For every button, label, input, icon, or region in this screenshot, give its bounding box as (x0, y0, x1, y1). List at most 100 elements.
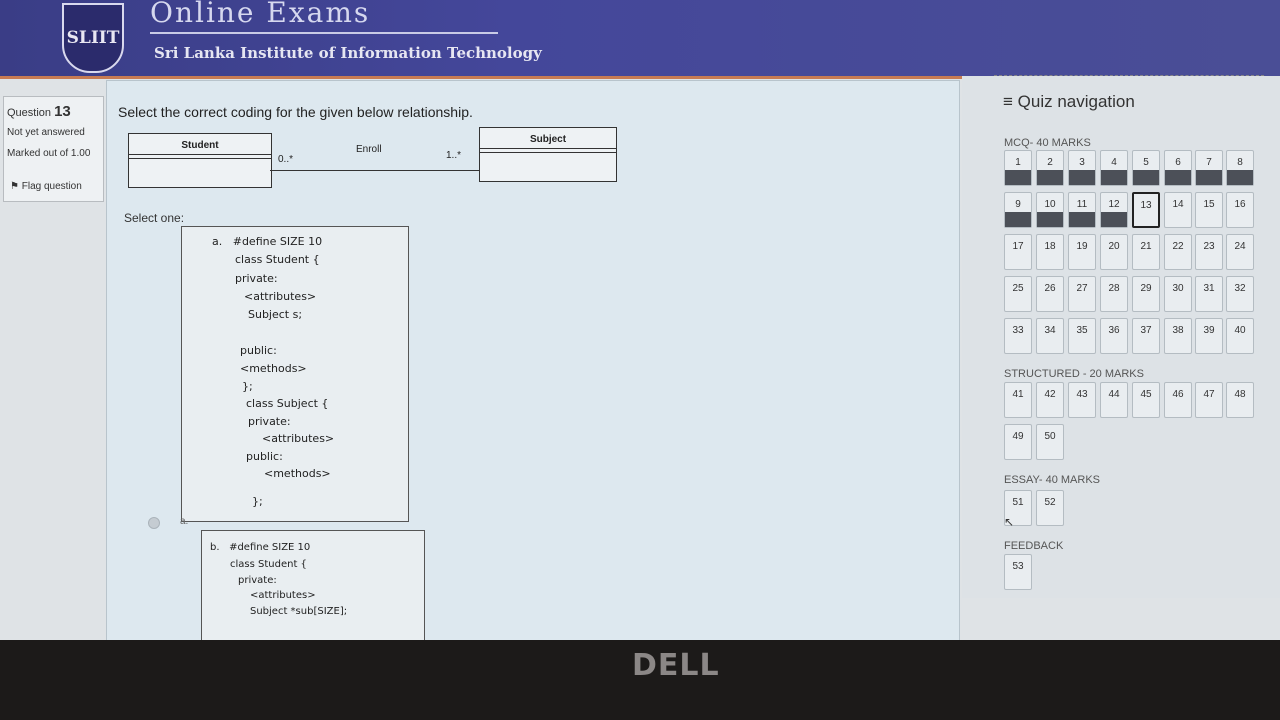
code-line: a. #define SIZE 10 (212, 235, 323, 248)
quiz-nav-button-42[interactable]: 42 (1036, 382, 1064, 418)
quiz-nav-button-11[interactable]: 11 (1068, 192, 1096, 228)
quiz-nav-button-number: 42 (1044, 389, 1056, 400)
menu-icon: ≡ (1003, 92, 1013, 111)
answered-indicator (1005, 170, 1031, 185)
quiz-nav-button-53[interactable]: 53 (1004, 554, 1032, 590)
uml-association-line (270, 170, 480, 171)
quiz-nav-button-46[interactable]: 46 (1164, 382, 1192, 418)
quiz-nav-button-24[interactable]: 24 (1226, 234, 1254, 270)
site-subtitle: Sri Lanka Institute of Information Techn… (154, 44, 542, 62)
quiz-nav-button-number: 8 (1237, 157, 1243, 168)
quiz-nav-button-2[interactable]: 2 (1036, 150, 1064, 186)
quiz-nav-button-40[interactable]: 40 (1226, 318, 1254, 354)
quiz-nav-button-6[interactable]: 6 (1164, 150, 1192, 186)
quiz-nav-button-19[interactable]: 19 (1068, 234, 1096, 270)
quiz-nav-button-52[interactable]: 52 (1036, 490, 1064, 526)
quiz-nav-button-7[interactable]: 7 (1195, 150, 1223, 186)
quiz-nav-button-13[interactable]: 13 (1132, 192, 1160, 228)
quiz-nav-button-12[interactable]: 12 (1100, 192, 1128, 228)
marked-out-of: Marked out of 1.00 (7, 148, 91, 159)
option-a-letter: a. (180, 516, 189, 527)
quiz-nav-button-number: 11 (1076, 199, 1088, 210)
uml-class-student: Student (128, 133, 272, 188)
quiz-nav-button-49[interactable]: 49 (1004, 424, 1032, 460)
quiz-nav-button-number: 18 (1044, 241, 1056, 252)
mouse-cursor-icon: ↖ (1004, 515, 1015, 529)
quiz-nav-button-number: 17 (1012, 241, 1024, 252)
quiz-nav-button-36[interactable]: 36 (1100, 318, 1128, 354)
quiz-nav-button-number: 7 (1206, 157, 1212, 168)
quiz-nav-button-47[interactable]: 47 (1195, 382, 1223, 418)
option-a-radio[interactable] (148, 517, 160, 529)
uml-class-subject: Subject (479, 127, 617, 182)
quiz-nav-button-37[interactable]: 37 (1132, 318, 1160, 354)
quiz-nav-button-number: 25 (1012, 283, 1024, 294)
quiz-nav-button-number: 50 (1044, 431, 1056, 442)
answered-indicator (1005, 212, 1031, 227)
quiz-nav-button-number: 13 (1140, 200, 1152, 211)
quiz-nav-button-34[interactable]: 34 (1036, 318, 1064, 354)
quiz-nav-button-number: 45 (1140, 389, 1152, 400)
quiz-nav-button-1[interactable]: 1 (1004, 150, 1032, 186)
uml-class-student-name: Student (181, 140, 219, 151)
quiz-nav-button-32[interactable]: 32 (1226, 276, 1254, 312)
quiz-nav-button-number: 36 (1108, 325, 1120, 336)
question-number: Question 13 (7, 103, 71, 120)
quiz-nav-button-17[interactable]: 17 (1004, 234, 1032, 270)
quiz-nav-button-16[interactable]: 16 (1226, 192, 1254, 228)
uml-right-multiplicity: 1..* (446, 150, 462, 161)
quiz-nav-button-number: 32 (1234, 283, 1246, 294)
quiz-nav-button-39[interactable]: 39 (1195, 318, 1223, 354)
quiz-nav-button-4[interactable]: 4 (1100, 150, 1128, 186)
answered-indicator (1101, 212, 1127, 227)
quiz-nav-button-10[interactable]: 10 (1036, 192, 1064, 228)
question-label: Question (7, 107, 52, 119)
quiz-nav-button-41[interactable]: 41 (1004, 382, 1032, 418)
quiz-nav-button-44[interactable]: 44 (1100, 382, 1128, 418)
option-b-code[interactable]: b. #define SIZE 10 class Student { priva… (201, 530, 425, 640)
quiz-nav-button-33[interactable]: 33 (1004, 318, 1032, 354)
quiz-nav-button-23[interactable]: 23 (1195, 234, 1223, 270)
code-line: public: (240, 344, 277, 357)
quiz-nav-button-31[interactable]: 31 (1195, 276, 1223, 312)
question-status: Not yet answered (7, 127, 85, 138)
flag-question-link[interactable]: ⚑ Flag question (10, 181, 82, 192)
code-line: b. #define SIZE 10 (210, 542, 311, 553)
quiz-nav-button-35[interactable]: 35 (1068, 318, 1096, 354)
quiz-nav-button-number: 24 (1234, 241, 1246, 252)
quiz-nav-button-50[interactable]: 50 (1036, 424, 1064, 460)
quiz-nav-button-38[interactable]: 38 (1164, 318, 1192, 354)
quiz-nav-button-3[interactable]: 3 (1068, 150, 1096, 186)
quiz-nav-button-8[interactable]: 8 (1226, 150, 1254, 186)
quiz-nav-button-number: 1 (1015, 157, 1021, 168)
answered-indicator (1037, 170, 1063, 185)
answered-indicator (1037, 212, 1063, 227)
quiz-nav-button-48[interactable]: 48 (1226, 382, 1254, 418)
quiz-nav-button-27[interactable]: 27 (1068, 276, 1096, 312)
sliit-logo[interactable]: SLIIT (62, 3, 124, 73)
quiz-nav-button-29[interactable]: 29 (1132, 276, 1160, 312)
quiz-nav-button-20[interactable]: 20 (1100, 234, 1128, 270)
quiz-nav-button-21[interactable]: 21 (1132, 234, 1160, 270)
quiz-nav-button-14[interactable]: 14 (1164, 192, 1192, 228)
option-a-code[interactable]: a. #define SIZE 10 class Student { priva… (181, 226, 409, 522)
quiz-nav-button-9[interactable]: 9 (1004, 192, 1032, 228)
quiz-nav-button-15[interactable]: 15 (1195, 192, 1223, 228)
quiz-nav-button-number: 2 (1047, 157, 1053, 168)
quiz-nav-button-43[interactable]: 43 (1068, 382, 1096, 418)
code-line: <methods> (264, 467, 331, 480)
quiz-nav-button-number: 30 (1172, 283, 1184, 294)
quiz-nav-button-22[interactable]: 22 (1164, 234, 1192, 270)
quiz-nav-button-number: 19 (1076, 241, 1088, 252)
answered-indicator (1069, 212, 1095, 227)
quiz-nav-button-18[interactable]: 18 (1036, 234, 1064, 270)
quiz-nav-button-26[interactable]: 26 (1036, 276, 1064, 312)
quiz-nav-button-5[interactable]: 5 (1132, 150, 1160, 186)
quiz-nav-button-number: 23 (1203, 241, 1215, 252)
quiz-nav-button-number: 28 (1108, 283, 1120, 294)
quiz-nav-button-25[interactable]: 25 (1004, 276, 1032, 312)
quiz-nav-button-28[interactable]: 28 (1100, 276, 1128, 312)
quiz-nav-button-30[interactable]: 30 (1164, 276, 1192, 312)
select-one-label: Select one: (124, 211, 185, 225)
quiz-nav-button-45[interactable]: 45 (1132, 382, 1160, 418)
